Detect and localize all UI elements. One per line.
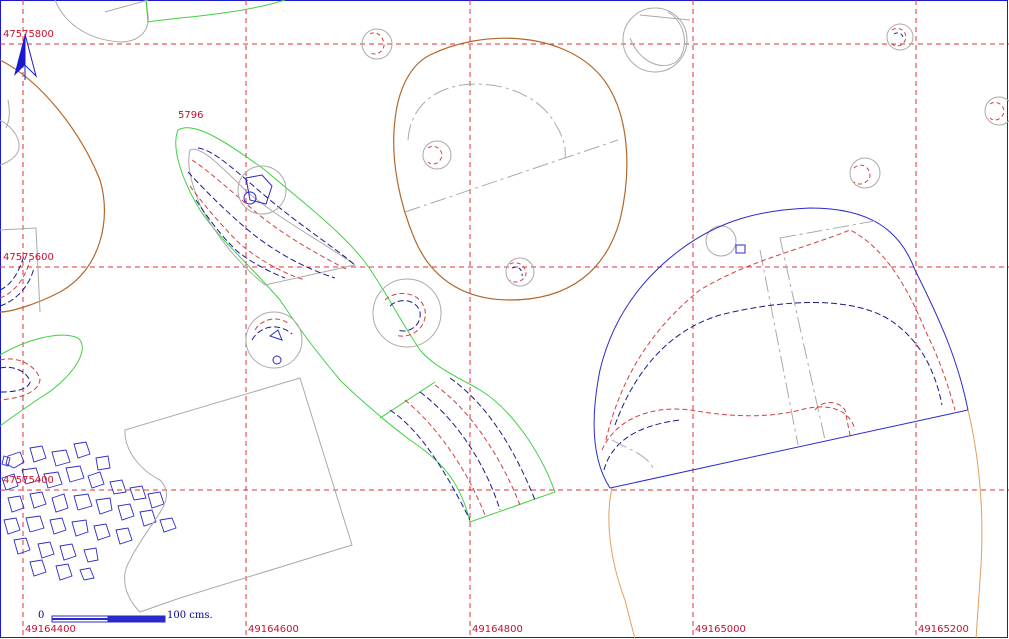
grid-lines [0,0,1009,639]
right-orange-feature [608,409,983,639]
grid-label-x-2: 49164600 [248,624,299,635]
post-holes [237,7,1009,369]
feature-label: 5796 [178,110,204,121]
map-drawing [0,0,1009,639]
left-brown-feature [0,59,106,313]
scale-end-label: 100 cms. [167,610,213,621]
north-arrow-icon [14,33,37,80]
grid-label-x-3: 49164800 [472,624,523,635]
grid-label-y-2: 47575600 [3,252,54,263]
central-green-feature [175,127,556,523]
central-brown-feature [393,37,628,301]
map-frame [0,0,1008,638]
left-green-feature [0,334,83,427]
gray-lot-outline [124,377,353,613]
right-blue-feature [593,207,969,489]
grid-label-y-3: 47575400 [3,475,54,486]
rock-cluster [1,441,177,581]
grid-label-x-4: 49165000 [695,624,746,635]
top-left-feature [54,0,286,43]
scale-bar [51,615,166,623]
grid-label-y-1: 47575800 [3,29,54,40]
grid-label-x-1: 49164400 [25,624,76,635]
scale-zero-label: 0 [38,610,45,621]
grid-label-x-5: 49165200 [918,624,969,635]
map-canvas[interactable]: 47575800 47575600 47575400 49164400 4916… [0,0,1009,639]
